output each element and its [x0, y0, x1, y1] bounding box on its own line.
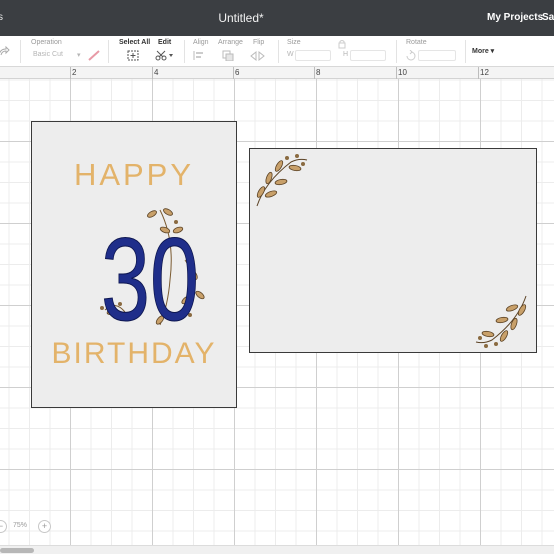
leaf-sprig-bottom-right[interactable]: [474, 292, 532, 350]
zoom-level: 75%: [13, 522, 28, 529]
more-menu[interactable]: More ▾: [472, 47, 494, 55]
select-all-icon[interactable]: [127, 50, 139, 61]
edit-toolbar: Operation Basic Cut ▾ Select All Edit Al…: [0, 36, 554, 67]
ruler-number: 12: [480, 68, 489, 77]
ruler-tick: [233, 67, 234, 79]
ruler-number: 10: [398, 68, 407, 77]
number-30-text: 30: [101, 214, 199, 330]
divider: [184, 40, 185, 63]
birthday-text[interactable]: BIRTHDAY: [32, 337, 236, 371]
ruler-number: 4: [154, 68, 159, 77]
size-label: Size: [287, 39, 301, 46]
leaf-sprig-top-left[interactable]: [251, 152, 309, 210]
divider: [108, 40, 109, 63]
ruler-tick: [70, 67, 71, 79]
project-title[interactable]: Untitled*: [0, 11, 482, 25]
ruler-tick: [152, 67, 153, 79]
divider: [20, 40, 21, 63]
save-button[interactable]: Sav: [542, 12, 554, 23]
zoom-in-button[interactable]: +: [38, 520, 51, 533]
flip-label: Flip: [253, 39, 265, 46]
top-header: s Untitled* My Projects Sav: [0, 0, 554, 36]
lock-icon[interactable]: [337, 39, 347, 49]
pen-color-icon[interactable]: [88, 50, 100, 61]
operation-label: Operation: [31, 39, 62, 46]
divider: [465, 40, 466, 63]
my-projects-link[interactable]: My Projects: [487, 12, 543, 23]
ruler-tick: [314, 67, 315, 79]
flip-icon[interactable]: [250, 50, 266, 61]
birthday-card-inside[interactable]: [249, 148, 537, 353]
align-icon[interactable]: [193, 50, 209, 61]
number-30-graphic[interactable]: 30: [90, 200, 210, 330]
horizontal-ruler: 2 4 6 8 10 12: [0, 67, 554, 79]
redo-icon[interactable]: [0, 46, 10, 58]
select-all-label: Select All: [119, 39, 151, 46]
rotate-label: Rotate: [406, 39, 427, 46]
size-height-field[interactable]: [350, 50, 386, 61]
chevron-down-icon[interactable]: ▾: [77, 51, 81, 59]
size-w-label: W: [287, 51, 294, 58]
size-width-field[interactable]: [295, 50, 331, 61]
scissors-icon[interactable]: [155, 50, 175, 61]
ruler-tick: [478, 67, 479, 79]
rotate-field[interactable]: [418, 50, 456, 61]
horizontal-scrollbar[interactable]: [0, 545, 554, 554]
operation-select[interactable]: Basic Cut: [33, 51, 63, 58]
arrange-icon[interactable]: [222, 50, 238, 61]
ruler-number: 6: [235, 68, 240, 77]
arrange-label: Arrange: [218, 39, 243, 46]
scrollbar-thumb[interactable]: [0, 548, 34, 553]
rotate-icon[interactable]: [405, 50, 417, 61]
ruler-tick: [396, 67, 397, 79]
size-h-label: H: [343, 51, 349, 58]
ruler-number: 8: [316, 68, 321, 77]
edit-label: Edit: [158, 39, 172, 46]
align-label: Align: [193, 39, 209, 46]
birthday-card-front[interactable]: HAPPY 30 BIRTHDAY: [31, 121, 237, 408]
ruler-number: 2: [72, 68, 77, 77]
happy-text[interactable]: HAPPY: [32, 157, 236, 193]
divider: [396, 40, 397, 63]
divider: [278, 40, 279, 63]
